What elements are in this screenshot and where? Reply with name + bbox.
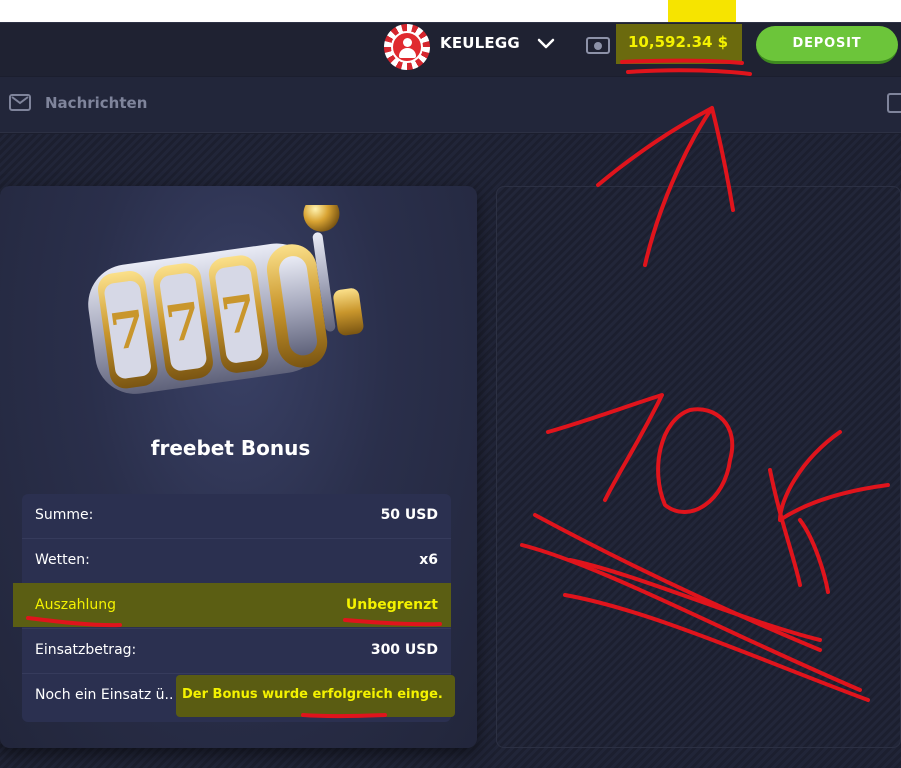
top-strip: [0, 0, 901, 22]
row-value: Unbegrenzt: [345, 597, 438, 613]
bonus-title: freebet Bonus: [150, 436, 311, 460]
chevron-down-icon[interactable]: [537, 38, 555, 50]
slot-machine-icon: 7 7 7: [88, 205, 364, 394]
balance-value: 10,592.34 $: [628, 33, 729, 51]
row-value: 50 USD: [380, 507, 438, 523]
row-label: Noch ein Einsatz ü...: [35, 687, 173, 703]
table-row: Auszahlung Unbegrenzt: [22, 584, 451, 629]
row-label: Auszahlung: [35, 597, 117, 613]
deposit-button[interactable]: DEPOSIT: [756, 26, 898, 64]
empty-bonus-slot: [496, 186, 901, 748]
row-label: Summe:: [35, 507, 94, 523]
row-label: Wetten:: [35, 552, 90, 568]
messages-link[interactable]: Nachrichten: [45, 94, 147, 112]
wallet-icon[interactable]: [586, 37, 610, 54]
table-row: Wetten: x6: [22, 539, 451, 584]
row-value: x6: [419, 552, 438, 568]
table-row: Einsatzbetrag: 300 USD: [22, 629, 451, 674]
logout-icon[interactable]: [887, 93, 901, 113]
user-avatar-icon[interactable]: [384, 24, 430, 70]
row-value: 300 USD: [370, 642, 438, 658]
highlighter-mark: [668, 0, 736, 22]
row-value: Der Bonus wurde erfolgreich einge...: [182, 687, 444, 702]
table-row: Summe: 50 USD: [22, 494, 451, 539]
row-label: Einsatzbetrag:: [35, 642, 137, 658]
username-label[interactable]: KEULEGG: [440, 34, 520, 52]
table-row: Noch ein Einsatz ü... Der Bonus wurde er…: [22, 674, 451, 719]
mail-icon[interactable]: [9, 94, 31, 111]
